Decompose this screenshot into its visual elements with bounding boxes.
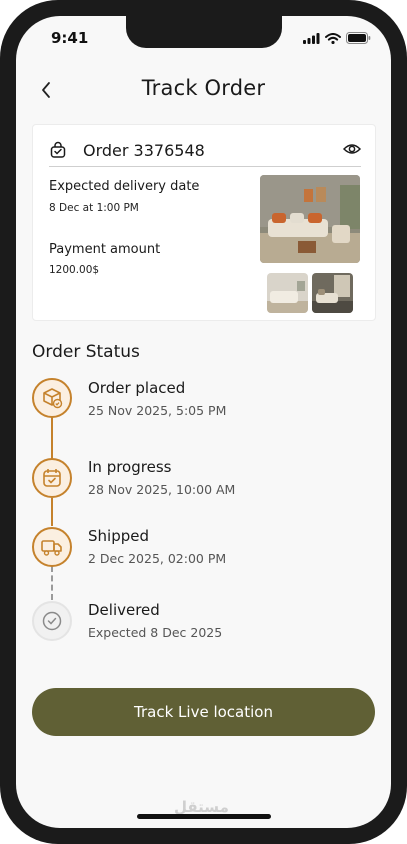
shopping-bag-icon — [50, 141, 66, 158]
wifi-icon — [325, 32, 341, 44]
status-icons — [303, 32, 371, 44]
box-check-icon — [43, 388, 63, 409]
step-shipped-marker — [32, 527, 72, 567]
track-live-location-button[interactable]: Track Live location — [32, 688, 375, 736]
check-circle-icon — [42, 611, 62, 631]
product-thumb-1[interactable] — [267, 273, 308, 313]
page-title: Track Order — [141, 76, 266, 100]
view-icon[interactable] — [343, 141, 361, 157]
step-progress-marker — [32, 458, 72, 498]
step-delivered-title: Delivered — [88, 601, 160, 619]
step-shipped-date: 2 Dec 2025, 02:00 PM — [88, 551, 227, 566]
home-indicator — [137, 814, 271, 819]
delivery-label: Expected delivery date — [49, 179, 200, 194]
order-header: Order 3376548 — [49, 139, 361, 167]
step-placed-date: 25 Nov 2025, 5:05 PM — [88, 403, 227, 418]
step-shipped-title: Shipped — [88, 527, 149, 545]
calendar-check-icon — [43, 469, 61, 487]
step-delivered-date: Expected 8 Dec 2025 — [88, 625, 223, 640]
living-room-image — [260, 175, 360, 263]
top-bar: Track Order — [16, 72, 391, 108]
step-placed-title: Order placed — [88, 379, 186, 397]
step-progress-title: In progress — [88, 458, 172, 476]
payment-value: 1200.00$ — [49, 264, 100, 276]
signal-icon — [303, 32, 320, 44]
app-screen: 9:41 Track Order Order 3376548 Expected … — [16, 16, 391, 828]
product-thumb-2[interactable] — [312, 273, 353, 313]
step-progress-date: 28 Nov 2025, 10:00 AM — [88, 482, 236, 497]
status-timeline: Order placed 25 Nov 2025, 5:05 PM In pro… — [32, 376, 376, 646]
product-image-main[interactable] — [260, 175, 360, 263]
step-placed-marker — [32, 378, 72, 418]
order-status-title: Order Status — [32, 342, 140, 362]
order-summary-card: Order 3376548 Expected delivery date 8 D… — [32, 124, 376, 321]
timeline-connector — [51, 416, 53, 460]
room-thumb-image — [312, 273, 353, 313]
timeline-connector — [51, 498, 53, 526]
step-delivered-marker — [32, 601, 72, 641]
delivery-value: 8 Dec at 1:00 PM — [49, 202, 139, 214]
phone-frame: 9:41 Track Order Order 3376548 Expected … — [0, 0, 407, 844]
status-time: 9:41 — [51, 29, 89, 47]
order-id: Order 3376548 — [83, 141, 205, 160]
battery-icon — [346, 32, 371, 44]
truck-check-icon — [41, 540, 62, 556]
camera-notch — [126, 16, 282, 48]
timeline-connector-pending — [51, 566, 53, 600]
payment-label: Payment amount — [49, 242, 161, 257]
sofa-thumb-image — [267, 273, 308, 313]
